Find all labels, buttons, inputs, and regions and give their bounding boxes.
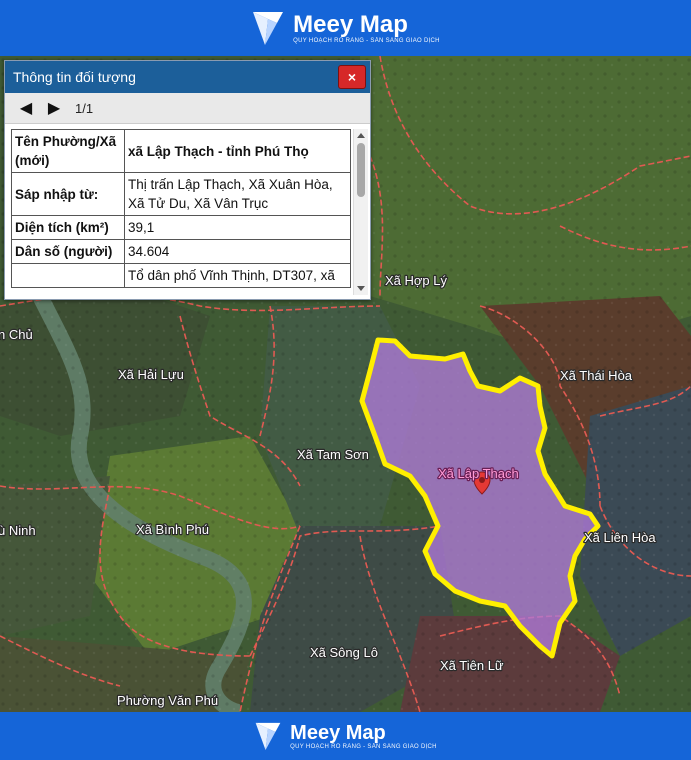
row-key: Sáp nhập từ:	[11, 172, 125, 216]
table-row: Sáp nhập từ: Thị trấn Lập Thạch, Xã Xuân…	[11, 172, 351, 216]
table-row: Tổ dân phố Vĩnh Thịnh, DT307, xã	[11, 263, 351, 288]
brand-tagline-footer: QUY HOẠCH RÕ RÀNG - SẴN SÀNG GIAO DỊCH	[290, 744, 437, 750]
brand-name-footer: Meey Map	[290, 722, 386, 744]
next-button[interactable]: ▶	[47, 99, 61, 117]
label-partial-chu: n Chủ	[0, 327, 33, 342]
meey-logo-icon	[253, 12, 284, 45]
row-value: 39,1	[124, 215, 351, 240]
panel-title: Thông tin đối tượng	[13, 69, 136, 85]
scroll-up-icon[interactable]	[357, 133, 365, 138]
triangle-right-icon: ▶	[47, 100, 61, 117]
scroll-down-icon[interactable]	[357, 286, 365, 291]
row-key: Tên Phường/Xã (mới)	[11, 129, 125, 173]
brand-logo-footer[interactable]: Meey Map QUY HOẠCH RÕ RÀNG - SẴN SÀNG GI…	[254, 720, 437, 752]
label-phuong-van-phu: Phường Văn Phú	[117, 693, 218, 708]
prev-button[interactable]: ◀	[19, 99, 33, 117]
label-partial-ninh: ù Ninh	[0, 523, 36, 538]
close-icon: ×	[347, 69, 357, 85]
triangle-left-icon: ◀	[19, 100, 33, 117]
table-row: Diện tích (km²) 39,1	[11, 215, 351, 240]
label-xa-thai-hoa: Xã Thái Hòa	[560, 368, 633, 383]
scroll-thumb[interactable]	[357, 143, 365, 197]
meey-logo-icon	[255, 722, 281, 750]
panel-scrollbar[interactable]	[353, 129, 368, 295]
row-value: Tổ dân phố Vĩnh Thịnh, DT307, xã	[124, 263, 351, 288]
object-info-panel: Thông tin đối tượng × ◀ ▶ 1/1 Tên Phường…	[4, 60, 371, 300]
panel-header: Thông tin đối tượng ×	[5, 61, 370, 93]
table-row: Tên Phường/Xã (mới) xã Lập Thạch - tỉnh …	[11, 129, 351, 173]
row-key: Dân số (người)	[11, 239, 125, 264]
label-xa-hai-luu: Xã Hải Lựu	[118, 367, 184, 382]
row-value: xã Lập Thạch - tỉnh Phú Thọ	[124, 129, 351, 173]
brand-logo[interactable]: Meey Map QUY HOẠCH RÕ RÀNG - SẴN SÀNG GI…	[251, 9, 440, 47]
label-xa-hop-ly: Xã Hợp Lý	[385, 273, 447, 288]
row-value: 34.604	[124, 239, 351, 264]
page-indicator: 1/1	[75, 100, 94, 116]
brand-tagline: QUY HOẠCH RÕ RÀNG - SẴN SÀNG GIAO DỊCH	[293, 38, 440, 44]
label-xa-tam-son: Xã Tam Sơn	[297, 447, 369, 462]
info-table: Tên Phường/Xã (mới) xã Lập Thạch - tỉnh …	[11, 129, 351, 288]
label-xa-lap-thach: Xã Lập Thạch	[438, 466, 519, 481]
label-xa-binh-phu: Xã Bình Phú	[136, 522, 209, 537]
bottom-brand-bar: Meey Map QUY HOẠCH RÕ RÀNG - SẴN SÀNG GI…	[0, 712, 691, 760]
row-key	[11, 263, 125, 288]
label-xa-tien-lu: Xã Tiên Lữ	[440, 658, 504, 673]
close-button[interactable]: ×	[338, 65, 366, 89]
label-xa-song-lo: Xã Sông Lô	[310, 645, 378, 660]
row-key: Diện tích (km²)	[11, 215, 125, 240]
info-table-viewport[interactable]: Tên Phường/Xã (mới) xã Lập Thạch - tỉnh …	[11, 129, 351, 295]
label-xa-lien-hoa: Xã Liên Hòa	[584, 530, 656, 545]
panel-pager: ◀ ▶ 1/1	[5, 93, 370, 124]
brand-name: Meey Map	[293, 11, 408, 38]
top-brand-bar: Meey Map QUY HOẠCH RÕ RÀNG - SẴN SÀNG GI…	[0, 0, 691, 56]
table-row: Dân số (người) 34.604	[11, 239, 351, 264]
row-value: Thị trấn Lập Thạch, Xã Xuân Hòa, Xã Tử D…	[124, 172, 351, 216]
